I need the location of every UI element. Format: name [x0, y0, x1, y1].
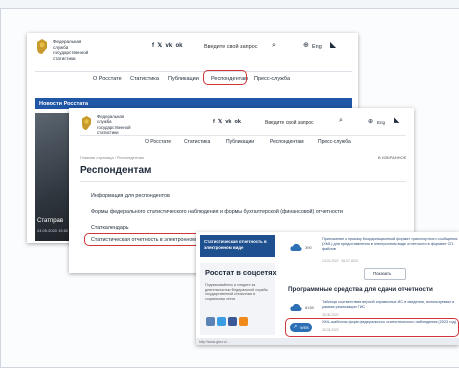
nav-item-publications[interactable]: Публикации	[168, 76, 199, 82]
logo-text: Федеральная служба государственной стати…	[97, 114, 131, 135]
file1-date: 13.01.2021 · 08.07.2020	[322, 259, 358, 263]
nav-item-statistics[interactable]: Статистика	[130, 76, 159, 82]
breadcrumb[interactable]: Главная страница / Респондентам	[80, 155, 144, 161]
file2-link[interactable]: Таблица соответствия версий справочных И…	[322, 300, 458, 310]
section-title: Программные средства для сдачи отчетност…	[288, 286, 433, 293]
nav-item-respondents[interactable]: Респондентам	[270, 139, 304, 145]
nav-item-about[interactable]: О Росстате	[145, 139, 171, 145]
eye-icon[interactable]: ◣	[394, 117, 399, 124]
nav-bar: О Росстате Статистика Публикации Респонд…	[35, 71, 352, 84]
news-date: 24.05.2020 15:52	[37, 228, 69, 233]
globe-icon[interactable]: ⊕	[368, 119, 373, 125]
status-bar: http://www.gks.ru/...	[196, 338, 459, 345]
social-icons: f 𝕏 vk ok	[213, 119, 241, 125]
vk-button[interactable]	[206, 317, 215, 326]
logo-emblem-icon	[80, 115, 93, 130]
file3-link[interactable]: XML-шаблоны форм федерального статистиче…	[322, 320, 456, 325]
social-icons: f 𝕏 vk ok	[152, 43, 183, 49]
file3-date: 28.03.2023	[322, 328, 339, 332]
file2-size: 8159	[305, 305, 314, 310]
menu-item-info[interactable]: Информация для респондентов	[91, 193, 170, 199]
news-caption[interactable]: Статправ	[37, 218, 63, 224]
nav-item-statistics[interactable]: Статистика	[184, 139, 210, 145]
cloud-download-icon[interactable]	[290, 303, 302, 312]
lang-switch[interactable]: Eng	[312, 44, 322, 50]
eye-icon[interactable]: ◣	[330, 41, 336, 49]
ok-button[interactable]	[239, 317, 248, 326]
title-divider	[80, 181, 406, 182]
nav-item-press[interactable]: Пресс-служба	[254, 76, 290, 82]
nav-item-about[interactable]: О Росстате	[93, 76, 122, 82]
social-text: Подписывайтесь и следите за деятельность…	[205, 283, 269, 301]
file1-size: 390	[305, 245, 312, 250]
nav-bar	[80, 135, 406, 136]
nav-item-publications[interactable]: Публикации	[226, 139, 254, 145]
facebook-button[interactable]	[228, 317, 237, 326]
cloud-download-icon[interactable]	[290, 243, 302, 252]
file1-link[interactable]: Приложение к приказу Координационный фор…	[322, 237, 458, 257]
search-input[interactable]: Введите свой запрос	[265, 120, 314, 126]
menu-item-statcalendar[interactable]: Статкалендарь	[91, 225, 129, 231]
highlight-respondents	[203, 70, 247, 85]
external-link-icon: ↗	[293, 324, 298, 330]
search-icon[interactable]: ⌕	[272, 42, 276, 49]
logo-text: Федеральная служба государственной стати…	[53, 39, 89, 61]
social-title: Росстат в соцсетях	[205, 268, 277, 277]
menu-item-forms[interactable]: Формы федерального статистического наблю…	[91, 209, 343, 215]
search-input[interactable]: Введите свой запрос	[204, 44, 258, 50]
submenu-box[interactable]: Статистическая отчетность в электронном …	[200, 235, 275, 257]
logo-emblem-icon	[35, 38, 49, 54]
twitter-button[interactable]	[217, 317, 226, 326]
globe-icon[interactable]: ⊕	[303, 42, 309, 49]
nav-item-press[interactable]: Пресс-служба	[318, 139, 351, 145]
search-icon[interactable]: ⌕	[339, 117, 343, 124]
lang-switch[interactable]: Eng	[377, 120, 385, 126]
screenshot-3: Статистическая отчетность в электронном …	[196, 232, 459, 345]
page-title: Респондентам	[80, 165, 152, 176]
add-to-favorites-link[interactable]: В ИЗБРАННОЕ	[378, 155, 406, 161]
show-more-button[interactable]: Показать	[364, 268, 406, 280]
social-block: Росстат в соцсетях Подписывайтесь и след…	[200, 263, 277, 335]
web-link-button[interactable]: ↗ WEB	[290, 323, 312, 332]
